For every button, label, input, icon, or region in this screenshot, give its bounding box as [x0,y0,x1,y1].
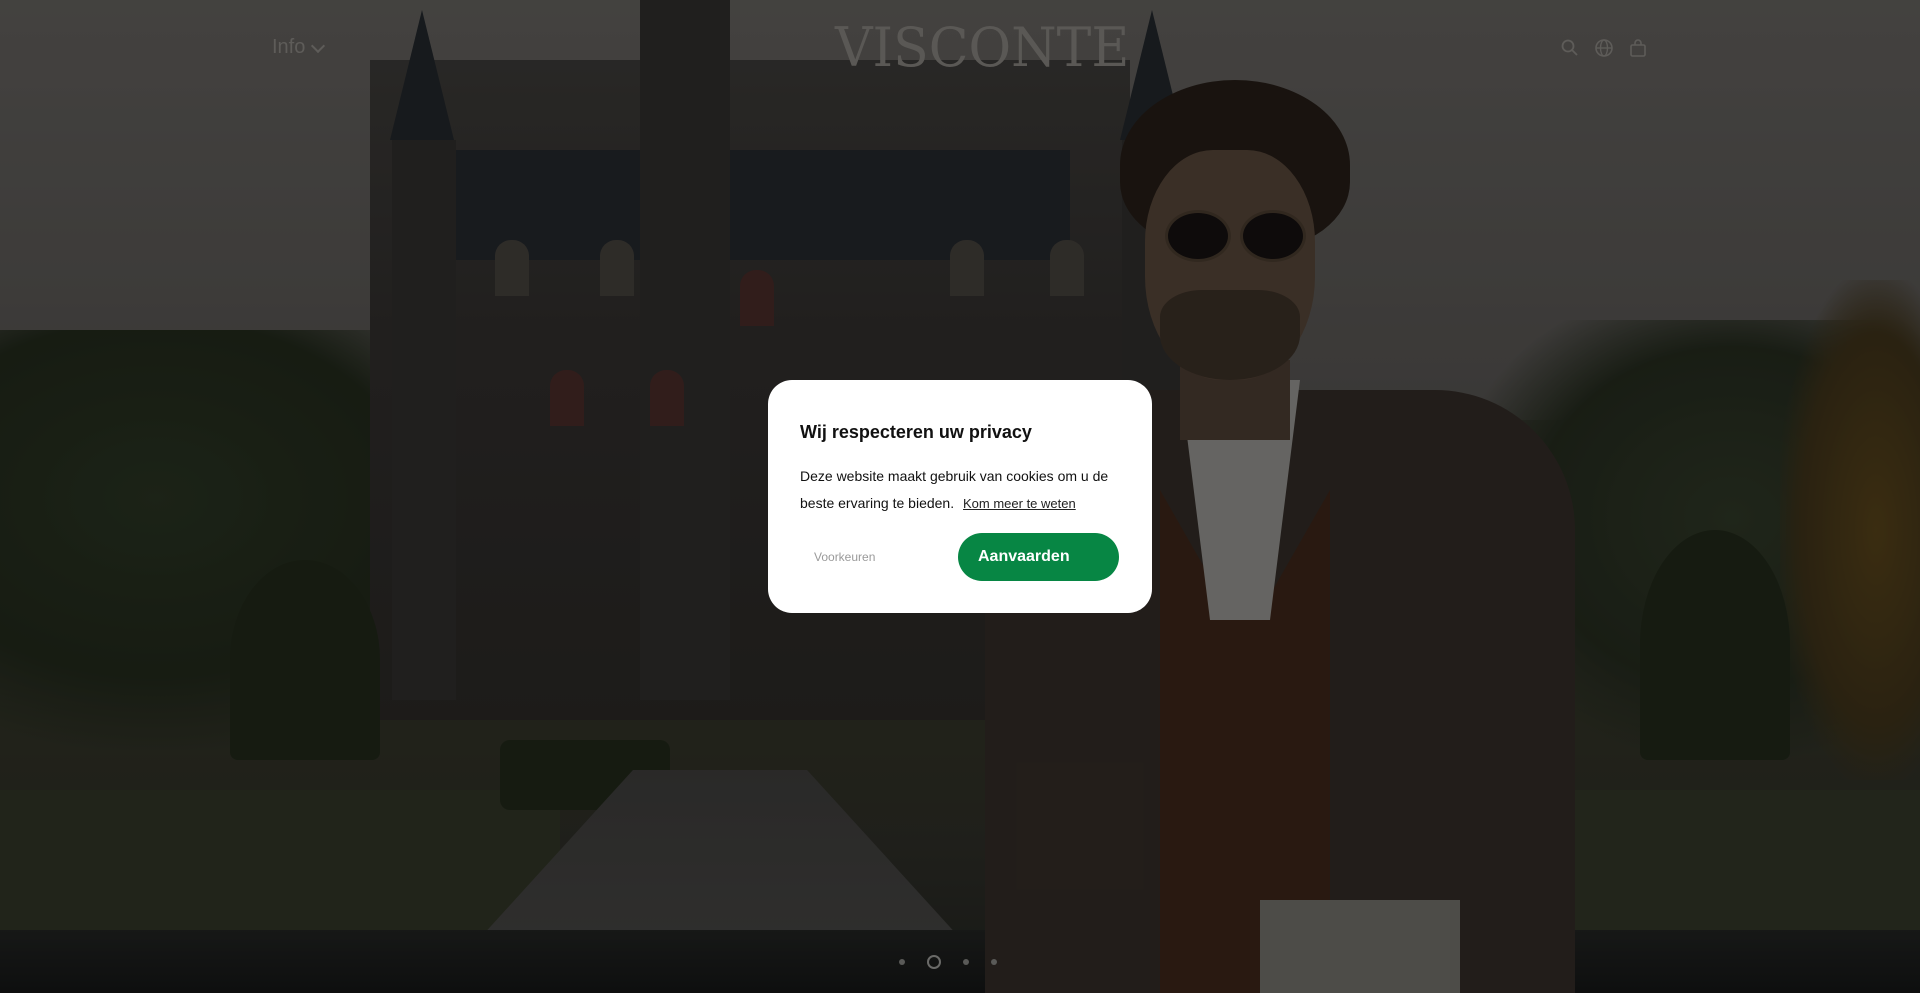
learn-more-link[interactable]: Kom meer te weten [963,496,1076,511]
header-icons [1560,38,1648,58]
accept-button[interactable]: Aanvaarden [958,533,1119,581]
nav-info-dropdown[interactable]: Info [272,36,326,59]
nav-info-label: Info [272,36,306,58]
modal-body: Deze website maakt gebruik van cookies o… [800,463,1130,517]
slider-dot[interactable] [963,959,969,965]
chevron-down-icon [311,38,326,53]
bag-icon[interactable] [1628,38,1648,58]
slider-dot-active[interactable] [927,955,941,969]
slider-pagination [899,955,997,969]
modal-title: Wij respecteren uw privacy [800,422,1032,442]
cookie-consent-modal: Wij respecteren uw privacy Deze website … [768,380,1152,613]
preferences-button[interactable]: Voorkeuren [814,550,875,564]
globe-icon[interactable] [1594,38,1614,58]
site-header: Info VISCONTE [0,0,1920,98]
search-icon[interactable] [1560,38,1580,58]
slider-dot[interactable] [899,959,905,965]
slider-dot[interactable] [991,959,997,965]
site-logo[interactable]: VISCONTE [835,21,1129,76]
